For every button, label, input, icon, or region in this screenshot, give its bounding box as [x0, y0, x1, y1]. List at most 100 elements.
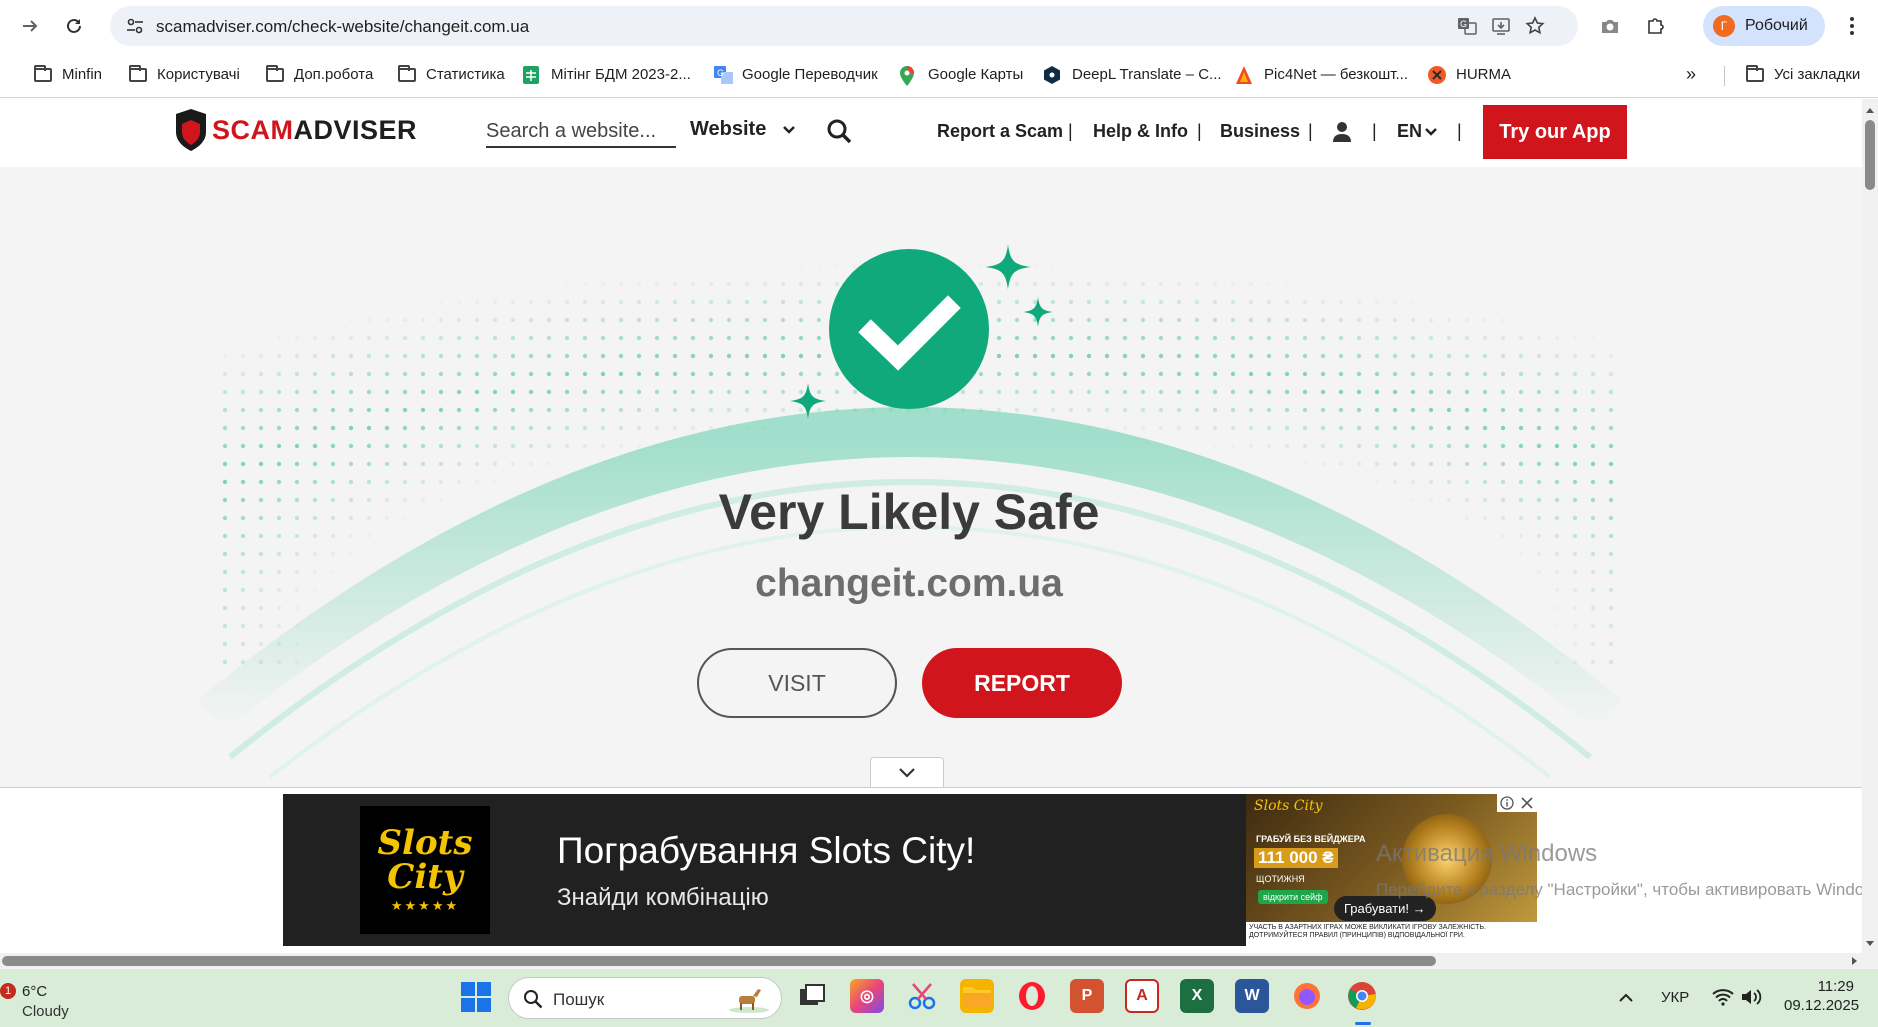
- weather-widget[interactable]: 1 6°C Cloudy: [0, 977, 80, 1021]
- kebab-menu-icon: [1850, 17, 1854, 35]
- extensions-button[interactable]: [1642, 12, 1670, 40]
- language-label: EN: [1397, 121, 1423, 141]
- bookmark-users[interactable]: Користувачі: [129, 62, 240, 86]
- taskbar-app-chrome[interactable]: [1345, 979, 1379, 1013]
- bookmark-minfin[interactable]: Minfin: [34, 62, 102, 86]
- site-info-icon[interactable]: [124, 15, 146, 37]
- screenshot-button[interactable]: [1596, 12, 1624, 40]
- profile-button[interactable]: Г Робочий: [1703, 6, 1825, 46]
- scroll-down-arrow-icon[interactable]: [1862, 937, 1878, 951]
- network-status[interactable]: [1712, 988, 1734, 1011]
- taskbar-app-word[interactable]: W: [1235, 979, 1269, 1013]
- ad-info-button[interactable]: [1497, 794, 1517, 812]
- nav-help-info[interactable]: Help & Info: [1093, 121, 1188, 142]
- bookmark-label: Minfin: [62, 65, 103, 83]
- bookmark-deepl[interactable]: DeepL Translate – C...: [1044, 62, 1222, 86]
- bookmark-meeting[interactable]: Мітінг БДМ 2023-2...: [523, 62, 691, 86]
- ad-logo: Slots City ★★★★★: [360, 806, 490, 934]
- checked-domain: changeit.com.ua: [755, 562, 1063, 605]
- translate-page-icon[interactable]: G: [1456, 15, 1478, 37]
- bookmark-label: DeepL Translate – C...: [1072, 65, 1222, 83]
- scamadviser-logo[interactable]: SCAMADVISER: [174, 108, 417, 152]
- bookmark-star-icon[interactable]: [1524, 15, 1546, 37]
- vertical-scrollbar-thumb[interactable]: [1865, 120, 1875, 190]
- bookmark-google-translate[interactable]: G Google Переводчик: [714, 62, 878, 86]
- ad-title: Пограбування Slots City!: [557, 830, 976, 871]
- taskbar-search[interactable]: Пошук: [508, 977, 782, 1019]
- reload-button[interactable]: [60, 12, 88, 40]
- search-button[interactable]: [826, 118, 854, 146]
- ad-close-button[interactable]: [1517, 794, 1537, 812]
- scroll-down-button[interactable]: [870, 757, 944, 787]
- bookmark-dop-robota[interactable]: Доп.робота: [266, 62, 373, 86]
- try-app-button[interactable]: Try our App: [1483, 105, 1627, 159]
- address-bar[interactable]: scamadviser.com/check-website/changeit.c…: [110, 6, 1578, 46]
- search-type-select[interactable]: Website: [690, 118, 796, 141]
- bookmark-statistics[interactable]: Статистика: [398, 62, 505, 86]
- taskbar-app-firefox[interactable]: [1290, 979, 1324, 1013]
- clock-time: 11:29: [1817, 978, 1854, 995]
- search-icon: [524, 990, 543, 1009]
- chevron-down-icon: [899, 767, 915, 778]
- close-icon: [1521, 797, 1533, 809]
- search-input[interactable]: [486, 116, 676, 148]
- ad-image-line2: ЩОТИЖНЯ: [1256, 874, 1305, 884]
- nav-separator: |: [1308, 121, 1313, 141]
- taskbar-app-powerpoint[interactable]: P: [1070, 979, 1104, 1013]
- bookmark-google-maps[interactable]: Google Карты: [900, 62, 1023, 86]
- search-icon: [827, 119, 852, 144]
- bookmarks-divider: [1724, 66, 1725, 86]
- ad-image-cta: відкрити сейф: [1258, 890, 1328, 904]
- folder-icon: [34, 65, 54, 82]
- folder-icon: [398, 65, 418, 82]
- reload-icon: [67, 18, 81, 33]
- activation-title: Активация Windows: [1376, 840, 1598, 867]
- ad-image-brand: Slots City: [1254, 798, 1323, 814]
- scroll-up-arrow-icon[interactable]: [1862, 103, 1878, 117]
- bookmarks-overflow-button[interactable]: »: [1686, 62, 1696, 86]
- account-button[interactable]: [1332, 121, 1352, 148]
- nav-report-scam[interactable]: Report a Scam: [937, 121, 1063, 142]
- excel-icon: X: [1191, 987, 1203, 1004]
- url-text[interactable]: scamadviser.com/check-website/changeit.c…: [156, 17, 529, 37]
- start-button[interactable]: [461, 982, 491, 1012]
- horizontal-scrollbar-thumb[interactable]: [2, 956, 1436, 966]
- language-select[interactable]: EN: [1397, 121, 1438, 142]
- info-icon: [1500, 796, 1514, 810]
- shield-logo-icon: [176, 109, 206, 151]
- tray-overflow-button[interactable]: [1618, 990, 1634, 1008]
- advertisement-banner[interactable]: Slots City ★★★★★ Пограбування Slots City…: [283, 794, 1537, 946]
- visit-button[interactable]: VISIT: [697, 648, 897, 718]
- taskbar-app-excel[interactable]: X: [1180, 979, 1214, 1013]
- vertical-scrollbar[interactable]: [1862, 99, 1878, 953]
- all-bookmarks[interactable]: Усі закладки: [1746, 62, 1860, 86]
- taskbar-app-file-explorer[interactable]: [960, 979, 994, 1013]
- install-app-icon[interactable]: [1490, 15, 1512, 37]
- acrobat-icon: A: [1136, 987, 1148, 1004]
- bookmark-pic4net[interactable]: Pic4Net — безкошт...: [1236, 62, 1408, 86]
- browser-menu-button[interactable]: [1838, 12, 1866, 40]
- taskbar-app-opera[interactable]: [1015, 979, 1049, 1013]
- ad-logo-line2: City: [387, 857, 463, 897]
- input-language[interactable]: УКР: [1661, 989, 1689, 1006]
- bookmark-label: Мітінг БДМ 2023-2...: [551, 65, 691, 83]
- taskbar-task-view[interactable]: [795, 979, 829, 1013]
- ad-logo-stars: ★★★★★: [390, 898, 460, 913]
- chevron-up-icon: [1619, 993, 1633, 1002]
- clock[interactable]: 11:29 09.12.2025: [1784, 978, 1860, 1014]
- ad-image-line1: ГРАБУЙ БЕЗ ВЕЙДЖЕРА: [1256, 834, 1366, 844]
- scissors-icon: [908, 983, 936, 1010]
- clock-date: 09.12.2025: [1784, 997, 1860, 1014]
- volume-status[interactable]: [1740, 988, 1762, 1011]
- taskbar-app-snipping[interactable]: [905, 979, 939, 1013]
- report-button[interactable]: REPORT: [922, 648, 1122, 718]
- bookmark-label: Користувачі: [157, 65, 240, 83]
- bookmark-hurma[interactable]: HURMA: [1428, 62, 1511, 86]
- nav-business[interactable]: Business: [1220, 121, 1300, 142]
- forward-button[interactable]: [16, 12, 44, 40]
- taskbar-app-photos[interactable]: ◎: [850, 979, 884, 1013]
- hurma-icon: [1428, 66, 1448, 84]
- scroll-right-arrow-icon[interactable]: [1848, 953, 1862, 969]
- taskbar-app-acrobat[interactable]: A: [1125, 979, 1159, 1013]
- weather-condition: Cloudy: [22, 1003, 69, 1020]
